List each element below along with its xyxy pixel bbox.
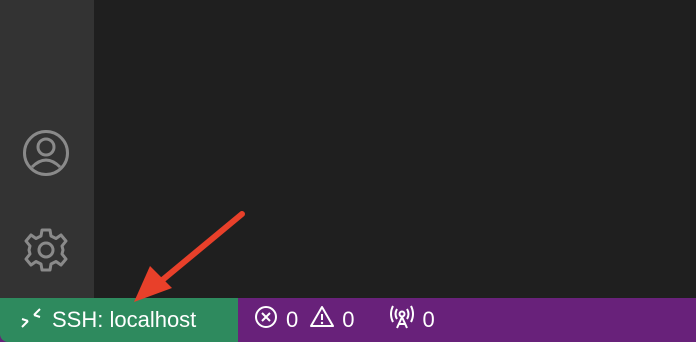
broadcast-icon	[389, 305, 415, 335]
ports-count: 0	[422, 307, 435, 332]
problems-status-button[interactable]: 0 0	[238, 298, 355, 342]
remote-indicator-button[interactable]: SSH: localhost	[0, 298, 238, 342]
activity-bar	[0, 0, 94, 298]
warning-icon	[310, 305, 335, 335]
editor-area	[94, 0, 696, 298]
status-bar: SSH: localhost 0 0 0	[0, 298, 696, 342]
account-icon[interactable]	[22, 129, 70, 177]
error-count: 0	[286, 307, 299, 332]
vscode-window: SSH: localhost 0 0 0	[0, 0, 696, 342]
remote-label: SSH: localhost	[52, 307, 197, 332]
ports-status-button[interactable]: 0	[389, 298, 435, 342]
gear-icon[interactable]	[22, 226, 70, 274]
remote-icon	[20, 307, 42, 334]
error-icon	[254, 305, 278, 335]
warning-count: 0	[342, 307, 355, 332]
